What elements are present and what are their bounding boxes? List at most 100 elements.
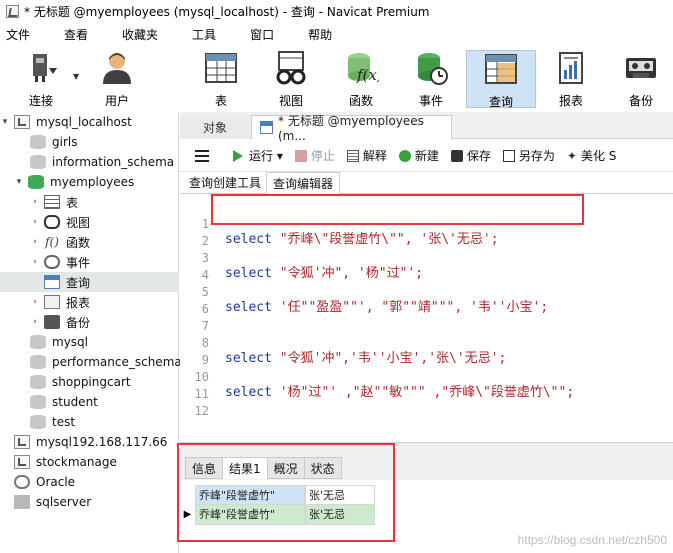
play-icon [233,149,243,162]
tab-query-label: * 无标题 @myemployees (m... [278,114,424,143]
tree-item-test[interactable]: test [0,412,179,432]
beautify-sql-button[interactable]: ✦ 美化 S [567,147,617,164]
backup-icon [623,50,659,86]
tab-query-editor[interactable]: 查询编辑器 [266,172,341,194]
tree-item-myemployees[interactable]: ▾ myemployees [0,172,179,192]
tree-item-shoppingcart[interactable]: shoppingcart [0,372,179,392]
window-title: * 无标题 @myemployees (mysql_localhost) - 查… [24,5,430,19]
highlight-box-query-line-1 [211,194,584,225]
chevron-right-icon[interactable]: › [30,317,40,327]
tab-objects[interactable]: 对象 [180,115,250,139]
chevron-down-icon[interactable]: ▾ [14,177,24,187]
chevron-right-icon[interactable]: › [30,297,40,307]
tree-item-label: Oracle [36,475,76,489]
code-line: 9 [180,337,673,367]
code-line: 3 select "令狐'冲", '杨"过"'; [180,235,673,281]
menu-help[interactable]: 帮助 [300,26,340,43]
svg-text:f(x): f(x) [356,66,379,84]
tree-item-mysql-remote[interactable]: mysql192.168.117.66 [0,432,179,452]
chevron-right-icon[interactable]: › [30,197,40,207]
chevron-right-icon[interactable]: › [30,257,40,267]
code-line: 11 [180,371,673,401]
backup-icon [44,315,60,329]
run-button[interactable]: 运行 ▾ [233,147,283,164]
event-button[interactable]: 事件 [404,50,458,108]
save-label: 保存 [466,149,491,163]
tree-item-functions[interactable]: › f() 函数 [0,232,179,252]
sqlserver-icon [14,495,30,509]
line-number: 12 [194,404,209,418]
tree-item-performance-schema[interactable]: performance_schema [0,352,182,372]
menu-file[interactable]: 文件 [0,26,38,43]
backup-button[interactable]: 备份 [616,50,666,108]
function-button[interactable]: f(x) 函数 [334,50,388,108]
document-tabs: 对象 * 无标题 @myemployees (m... [180,112,673,143]
tree-item-girls[interactable]: girls [0,132,179,152]
menu-view[interactable]: 查看 [56,26,96,43]
tree-item-events[interactable]: › 事件 [0,252,179,272]
tree-item-label: 视图 [66,215,91,230]
stop-button[interactable]: 停止 [294,147,335,164]
menu-icon[interactable] [195,149,209,162]
chevron-right-icon[interactable]: › [30,237,40,247]
query-button[interactable]: 查询 [466,50,536,109]
tree-item-label: information_schema [52,155,175,169]
code-line: 6 [180,286,673,316]
tree-item-label: 函数 [66,235,91,250]
tree-item-oracle[interactable]: Oracle [0,472,179,492]
tab-query-builder[interactable]: 查询创建工具 [183,172,267,194]
user-button[interactable]: 用户 [88,50,146,108]
tree-item-backups[interactable]: › 备份 [0,312,179,332]
magic-wand-icon: ✦ [566,148,577,163]
tree-item-reports[interactable]: › 报表 [0,292,179,312]
explain-button[interactable]: 解释 [346,147,387,164]
tree-item-stockmanage[interactable]: stockmanage [0,452,179,472]
query-icon [483,51,519,87]
code-line: 7 [180,303,673,333]
tree-item-sqlserver[interactable]: sqlserver [0,492,179,512]
tree-item-label: 查询 [66,275,91,290]
report-icon [44,295,60,309]
tree-item-tables[interactable]: › 表 [0,192,179,212]
sql-editor[interactable]: 1 select "乔峰\"段誉虚竹\"", '张\'无忌'; 2 3 sele… [180,196,673,442]
tab-query[interactable]: * 无标题 @myemployees (m... [251,114,452,143]
function-label: 函数 [348,94,373,108]
chevron-right-icon[interactable]: › [30,217,40,227]
table-icon [203,50,239,86]
tree-item-queries[interactable]: 查询 [0,272,179,292]
database-icon [30,375,46,389]
server-icon [14,455,30,469]
title-bar: * 无标题 @myemployees (mysql_localhost) - 查… [0,0,673,23]
report-button[interactable]: 报表 [546,50,596,108]
tree-item-information-schema[interactable]: information_schema [0,152,179,172]
server-icon [14,435,30,449]
connect-dropdown-arrow-icon[interactable]: ▼ [73,72,79,81]
save-as-label: 另存为 [518,149,555,163]
code-line: 5 select '任""盈盈""', "郭""靖""", '韦''小宝'; [180,269,673,315]
menu-window[interactable]: 窗口 [242,26,282,43]
tree-item-mysql-localhost[interactable]: ▾ mysql_localhost [0,112,179,132]
beautify-label: 美化 S [580,149,617,163]
tree-item-student[interactable]: student [0,392,179,412]
new-button[interactable]: 新建 [398,147,439,164]
view-icon [44,215,60,229]
tree-item-label: 表 [66,195,79,210]
tree-item-mysql[interactable]: mysql [0,332,179,352]
server-icon [14,115,30,129]
watermark-text: https://blog.csdn.net/czh500 [517,533,667,547]
table-icon [44,195,60,209]
view-button[interactable]: 视图 [264,50,318,108]
tree-item-label: stockmanage [36,455,117,469]
save-as-button[interactable]: 另存为 [502,147,555,164]
event-label: 事件 [418,94,443,108]
chevron-down-icon[interactable]: ▾ [0,117,10,127]
table-button[interactable]: 表 [194,50,248,108]
event-icon [44,255,60,269]
code-line: 8 select "令狐'冲",'韦''小宝','张\'无忌'; [180,320,673,366]
menu-favorites[interactable]: 收藏夹 [114,26,166,43]
save-button[interactable]: 保存 [450,147,491,164]
connect-button[interactable]: 连接 [12,50,70,108]
tree-item-views[interactable]: › 视图 [0,212,179,232]
user-icon [99,50,135,86]
menu-tools[interactable]: 工具 [184,26,224,43]
